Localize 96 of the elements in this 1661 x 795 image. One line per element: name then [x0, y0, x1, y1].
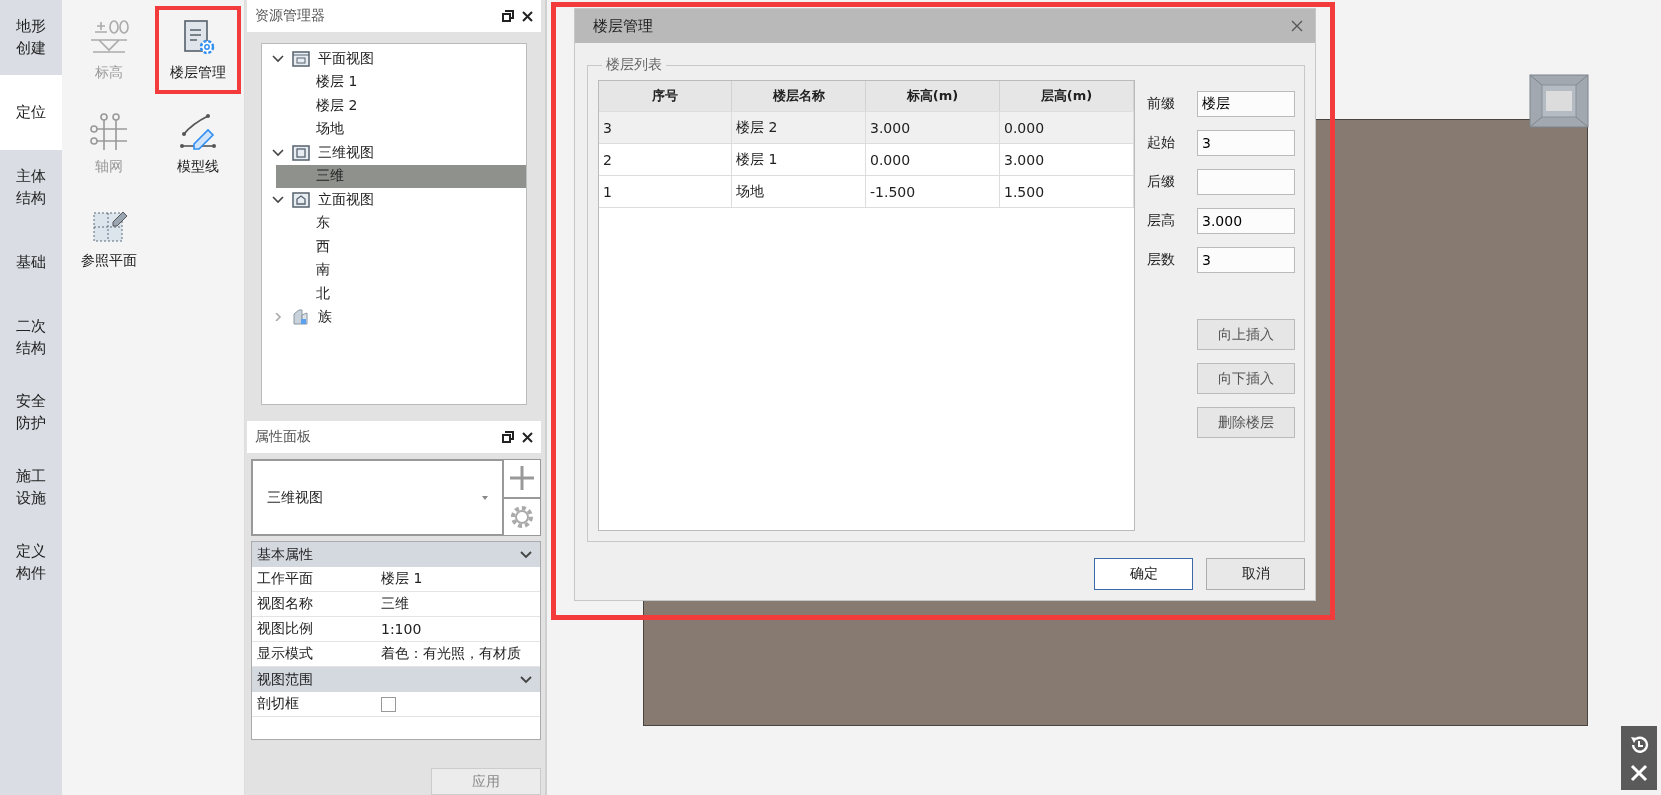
close-icon[interactable]: [522, 10, 533, 22]
chevron-icon[interactable]: [520, 675, 532, 684]
panel-title: 资源管理器: [255, 7, 326, 25]
add-type-button[interactable]: [503, 459, 541, 498]
property-value[interactable]: 1:100: [381, 621, 422, 637]
section-header: 基本属性: [257, 545, 313, 564]
column-header[interactable]: 标高(m): [866, 81, 1000, 111]
input-field[interactable]: [1197, 168, 1295, 195]
tree-node[interactable]: 立面视图: [262, 188, 526, 212]
close-icon[interactable]: [522, 431, 533, 443]
field-label: 后缀: [1147, 172, 1176, 191]
chevron-icon[interactable]: [272, 148, 284, 157]
tree-node[interactable]: 平面视图: [262, 47, 526, 71]
ribbon-tool-button[interactable]: 模型线: [155, 100, 241, 188]
table-cell: 3.000: [1000, 144, 1134, 175]
chevron-icon[interactable]: [520, 550, 532, 559]
input-field[interactable]: 3: [1197, 246, 1295, 273]
settings-icon: [509, 503, 535, 530]
property-name: 工作平面: [257, 570, 314, 588]
table-cell: 3.000: [866, 112, 1000, 143]
view-3d-icon: [292, 144, 310, 161]
restore-icon[interactable]: [502, 431, 514, 443]
column-header[interactable]: 楼层名称: [732, 81, 866, 111]
table-cell: 2: [599, 144, 732, 175]
table-row[interactable]: 3 楼层 2 3.000 0.000: [599, 112, 1134, 144]
tree-item[interactable]: 三维: [276, 164, 526, 188]
chevron-icon[interactable]: [272, 195, 284, 204]
property-value[interactable]: 着色：有光照，有材质: [381, 645, 521, 663]
action-button[interactable]: 向下插入: [1197, 363, 1295, 394]
property-value[interactable]: 楼层 1: [381, 570, 423, 588]
property-name: 显示模式: [257, 645, 314, 663]
group-title: 楼层列表: [602, 56, 666, 74]
type-settings-button[interactable]: [503, 497, 541, 536]
field-label: 层高: [1147, 211, 1176, 230]
table-cell: -1.500: [866, 176, 1000, 207]
field-label: 前缀: [1147, 94, 1176, 113]
plus-icon: [509, 465, 535, 492]
panel-title: 属性面板: [255, 428, 312, 446]
type-selector[interactable]: 三维视图: [251, 459, 503, 536]
category-tab[interactable]: 定位: [0, 75, 62, 150]
tree-item[interactable]: 楼层 2: [276, 94, 526, 118]
category-tab[interactable]: 主体结构: [0, 150, 62, 225]
view-cube-icon[interactable]: [1529, 74, 1589, 128]
dialog-button[interactable]: 确定: [1094, 558, 1193, 590]
category-tab[interactable]: 安全防护: [0, 375, 62, 450]
column-header[interactable]: 序号: [599, 81, 732, 111]
table-row[interactable]: 2 楼层 1 0.000 3.000: [599, 144, 1134, 176]
property-name: 视图比例: [257, 620, 314, 638]
table-cell: 1.500: [1000, 176, 1134, 207]
tree-item[interactable]: 场地: [276, 117, 526, 141]
tree-item[interactable]: 楼层 1: [276, 70, 526, 94]
column-header[interactable]: 层高(m): [1000, 81, 1134, 111]
category-tab[interactable]: 二次结构: [0, 300, 62, 375]
section-header: 视图范围: [257, 670, 313, 689]
tree-node[interactable]: 三维视图: [262, 141, 526, 165]
elevation-view-icon: [292, 191, 310, 208]
table-cell: 场地: [732, 176, 866, 207]
tree-item[interactable]: 南: [276, 258, 526, 282]
grid-icon: [89, 112, 129, 152]
plan-view-icon: [292, 50, 310, 67]
table-cell: 楼层 2: [732, 112, 866, 143]
tree-node[interactable]: 族: [262, 305, 526, 329]
category-tab[interactable]: 基础: [0, 225, 62, 300]
action-button[interactable]: 向上插入: [1197, 319, 1295, 350]
restore-icon[interactable]: [502, 10, 514, 22]
dialog-title: 楼层管理: [593, 16, 653, 36]
ribbon-tool-button[interactable]: 参照平面: [66, 194, 152, 282]
category-tab[interactable]: 定义构件: [0, 525, 62, 600]
property-name: 剖切框: [257, 695, 300, 713]
chevron-icon[interactable]: [272, 54, 284, 63]
table-cell: 3: [599, 112, 732, 143]
tree-item[interactable]: 北: [276, 282, 526, 306]
ribbon-tool-button[interactable]: 楼层管理: [155, 6, 241, 94]
input-field[interactable]: 3.000: [1197, 207, 1295, 234]
family-icon: [292, 309, 310, 326]
curve-pencil-icon: [178, 112, 218, 152]
input-field[interactable]: 楼层: [1197, 90, 1295, 117]
table-row[interactable]: 1 场地 -1.500 1.500: [599, 176, 1134, 208]
dropdown-arrow-icon: [482, 495, 488, 500]
input-field[interactable]: 3: [1197, 129, 1295, 156]
property-value[interactable]: 三维: [381, 595, 409, 613]
table-cell: 0.000: [866, 144, 1000, 175]
action-button[interactable]: 删除楼层: [1197, 407, 1295, 438]
table-cell: 0.000: [1000, 112, 1134, 143]
table-cell: 楼层 1: [732, 144, 866, 175]
category-tab[interactable]: 施工设施: [0, 450, 62, 525]
property-name: 视图名称: [257, 595, 314, 613]
category-tab[interactable]: 地形创建: [0, 0, 62, 75]
field-label: 起始: [1147, 133, 1176, 152]
field-label: 层数: [1147, 250, 1176, 269]
table-cell: 1: [599, 176, 732, 207]
rotate-icon[interactable]: [1628, 734, 1650, 756]
tree-item[interactable]: 东: [276, 211, 526, 235]
checkbox[interactable]: [381, 696, 396, 712]
dialog-button[interactable]: 取消: [1206, 558, 1305, 590]
tree-item[interactable]: 西: [276, 235, 526, 259]
